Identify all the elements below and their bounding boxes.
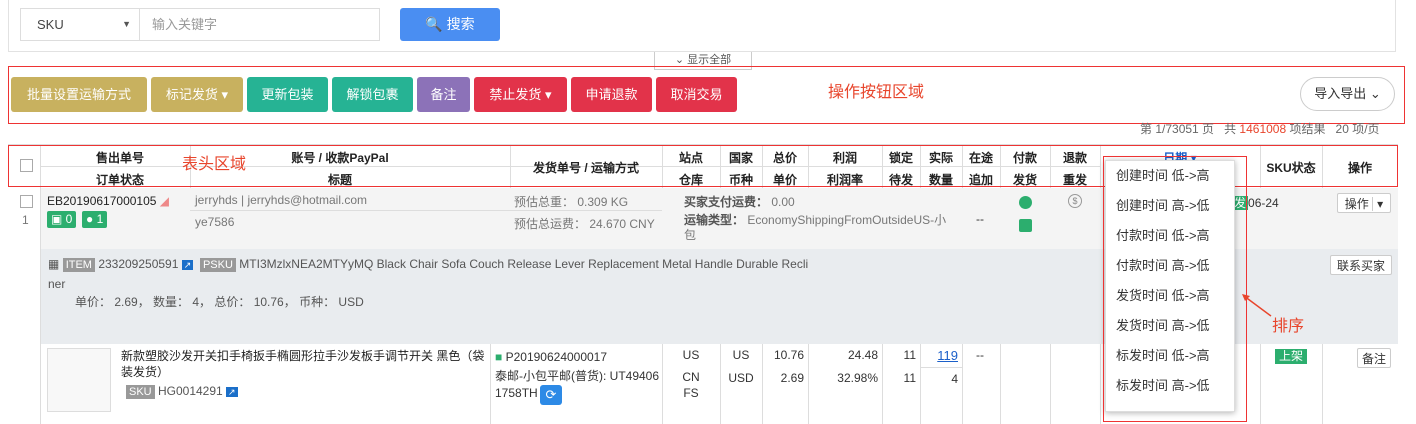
product-profit-rate: 32.98% <box>837 371 878 385</box>
unlock-package-button[interactable]: 解锁包裹 <box>332 77 413 112</box>
product-warehouse: CN <box>682 370 700 384</box>
barcode-icon: ▦ <box>48 257 60 271</box>
item-line: ▦ ITEM 233209250591 ↗ PSKU MTI3MzlxNEA2M… <box>48 257 808 272</box>
buyer-paid-value: 0.00 <box>771 195 795 209</box>
caret-down-icon: ▾ <box>221 87 229 102</box>
product-unit: 2.69 <box>780 371 804 385</box>
package-count: 0 <box>65 212 73 226</box>
mark-shipped-label: 标记发货 <box>165 87 218 102</box>
header-area-annotation: 表头区域 <box>182 156 247 173</box>
est-freight: 预估总运费： 24.670 CNY <box>514 217 655 231</box>
item-tag: ITEM <box>62 258 95 272</box>
refresh-icon[interactable]: ⟳ <box>540 385 562 405</box>
psku-value: MTI3MzlxNEA2MTYyMQ <box>239 257 374 271</box>
search-icon: 🔍 <box>425 16 443 32</box>
product-currency: USD <box>728 371 754 385</box>
flag-icon: ◢ <box>159 194 170 208</box>
request-refund-button[interactable]: 申请退款 <box>571 77 652 112</box>
sort-annotation: 排序 <box>1272 318 1305 335</box>
total-suffix: 项结果 <box>1289 122 1326 136</box>
ship-method: 泰邮-小包平邮(普货): UT49406 1758TH <box>495 369 660 400</box>
ship-number: ■ P20190624000017 <box>495 350 607 364</box>
import-export-button[interactable]: 导入导出 ⌄ <box>1300 77 1395 111</box>
product-warehouse-code: FS <box>683 386 699 400</box>
order-ops-button[interactable]: 操作 ▾ <box>1337 193 1391 213</box>
order-number[interactable]: EB20190617000105 ◢ <box>47 194 169 208</box>
search-input[interactable]: 输入关键字 <box>139 8 380 41</box>
refund-dollar-icon: $ <box>1068 194 1082 208</box>
sku-value: HG0014291 <box>157 384 223 398</box>
chevron-down-icon: ⌄ <box>674 54 685 66</box>
product-profit: 24.48 <box>847 348 878 362</box>
product-sku: SKU HG0014291 ↗ <box>126 384 238 399</box>
external-link-icon[interactable]: ↗ <box>181 260 194 270</box>
total-count: 1461008 <box>1239 122 1287 136</box>
update-package-button[interactable]: 更新包装 <box>247 77 328 112</box>
order-date-value: 06-24 <box>1248 196 1279 210</box>
shipped-box-icon <box>1019 219 1032 232</box>
ship-type-label: 运输类型： <box>684 213 745 227</box>
page-size[interactable]: 20 项/页 <box>1336 122 1380 136</box>
search-button[interactable]: 🔍 搜索 <box>400 8 500 41</box>
psku-tag: PSKU <box>199 258 236 272</box>
user-badge[interactable]: ● 1 <box>82 211 108 228</box>
page-indicator: 第 1/73051 页 <box>1140 122 1215 136</box>
caret-down-icon: ▾ <box>1372 197 1384 211</box>
total-prefix: 共 <box>1224 122 1237 136</box>
contact-buyer-button[interactable]: 联系买家 <box>1330 255 1392 275</box>
product-actual-link[interactable]: 119 <box>920 348 958 363</box>
show-all-label: 显示全部 <box>687 54 732 66</box>
item-title-wrap: ner <box>48 277 66 291</box>
item-title: Black Chair Sofa Couch Release Lever Rep… <box>376 257 809 271</box>
cancel-transaction-button[interactable]: 取消交易 <box>656 77 737 112</box>
note-button[interactable]: 备注 <box>417 77 470 112</box>
chevron-down-icon: ⌄ <box>1369 86 1381 101</box>
pagination-info: 第 1/73051 页 共 1461008 项结果 20 项/页 <box>1140 120 1380 137</box>
item-id[interactable]: 233209250591 <box>98 257 178 271</box>
order-ops-label: 操作 <box>1344 197 1369 211</box>
est-weight: 预估总重： 0.309 KG <box>514 195 629 209</box>
batch-shipping-button[interactable]: 批量设置运输方式 <box>11 77 147 112</box>
package-icon: ■ <box>495 350 503 364</box>
item-summary: 单价： 2.69， 数量： 4， 总价： 10.76， 币种： USD <box>75 295 364 309</box>
sku-tag: SKU <box>126 385 155 399</box>
external-link-icon[interactable]: ↗ <box>226 387 238 397</box>
user-count: 1 <box>96 212 104 226</box>
chevron-down-icon: ▼ <box>122 19 131 29</box>
shipping-type: 运输类型： EconomyShippingFromOutsideUS-小包 <box>684 213 954 243</box>
buyer-id: ye7586 <box>195 215 235 229</box>
search-field-select[interactable]: SKU ▼ <box>20 8 140 41</box>
search-button-label: 搜索 <box>446 16 475 32</box>
package-badge[interactable]: ▣ 0 <box>47 211 77 228</box>
buttons-area-annotation: 操作按钮区域 <box>828 84 925 101</box>
paid-icon <box>1019 196 1032 209</box>
sort-arrow-annotation <box>1242 294 1272 317</box>
caret-down-icon: ▾ <box>545 87 552 102</box>
forbid-shipping-button[interactable]: 禁止发货 ▾ <box>474 77 567 112</box>
sku-status-badge: 上架 <box>1275 349 1308 364</box>
product-locked: 11 <box>903 348 916 362</box>
product-site: US <box>682 348 700 362</box>
product-pending: 11 <box>903 371 916 385</box>
import-export-label: 导入导出 <box>1314 86 1367 101</box>
forbid-shipping-label: 禁止发货 <box>489 87 542 102</box>
sort-area-highlight <box>1103 156 1247 422</box>
product-name: 新款塑胶沙发开关扣手椅扳手椭圆形拉手沙发板手调节开关 黑色（袋装发货） <box>121 349 485 379</box>
account-email: jerryhds | jerryhds@hotmail.com <box>195 193 368 207</box>
ship-number-value: P20190624000017 <box>505 350 608 364</box>
buyer-paid-freight: 买家支付运费： 0.00 <box>684 193 795 210</box>
product-qty: 4 <box>951 372 958 386</box>
transit-value: -- <box>976 212 984 226</box>
product-transit: -- <box>976 348 984 362</box>
mark-shipped-button[interactable]: 标记发货 ▾ <box>151 77 243 112</box>
order-number-text: EB20190617000105 <box>47 194 157 208</box>
product-thumbnail[interactable] <box>47 348 111 412</box>
order-checkbox[interactable] <box>20 195 33 208</box>
product-note-button[interactable]: 备注 <box>1357 348 1391 368</box>
product-total: 10.76 <box>773 348 804 362</box>
product-country: US <box>732 348 750 362</box>
buyer-paid-label: 买家支付运费： <box>684 195 769 209</box>
search-field-value: SKU <box>37 17 64 32</box>
row-index: 1 <box>22 213 29 227</box>
